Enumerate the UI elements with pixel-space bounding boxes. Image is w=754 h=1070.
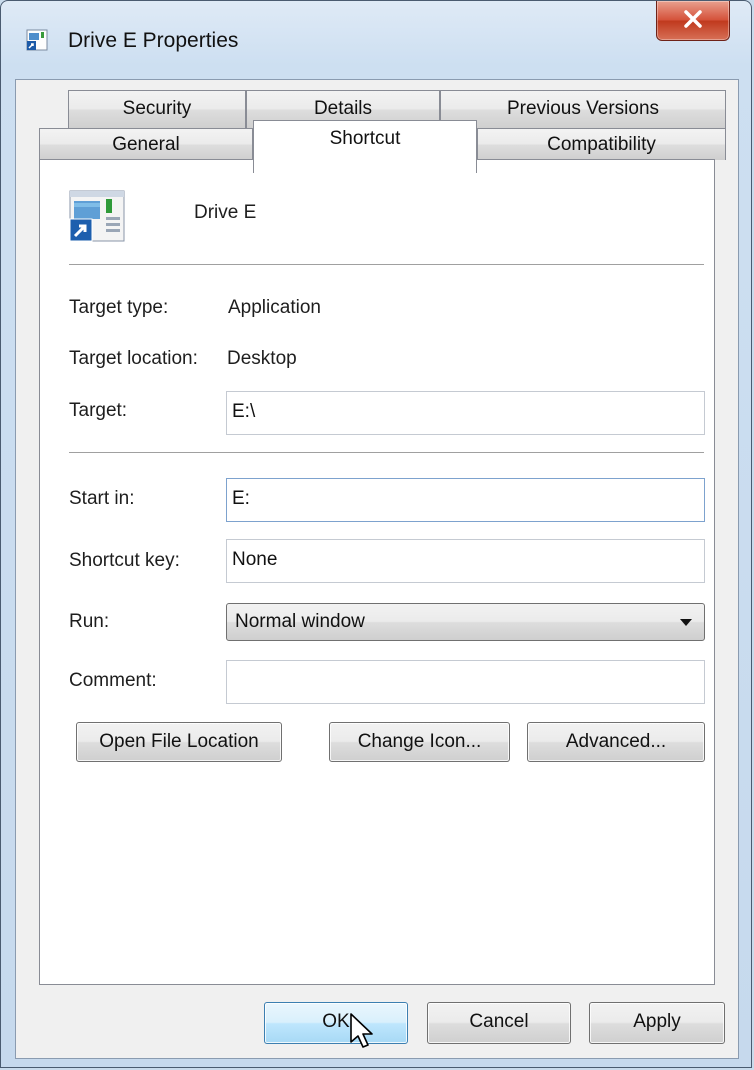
start-in-label: Start in:	[69, 488, 135, 509]
close-button[interactable]	[656, 1, 730, 41]
start-in-value: E:	[232, 488, 250, 509]
dialog-client-area: Security Details Previous Versions Gener…	[15, 79, 739, 1059]
target-location-value: Desktop	[227, 348, 297, 369]
button-label: Cancel	[469, 1011, 529, 1032]
tab-label: Details	[313, 98, 373, 119]
shortcut-key-label: Shortcut key:	[69, 550, 180, 571]
comment-field[interactable]	[226, 660, 705, 704]
tab-label: Previous Versions	[506, 98, 660, 119]
tab-general[interactable]: General	[39, 128, 253, 160]
apply-button[interactable]: Apply	[589, 1002, 725, 1044]
target-value: E:\	[232, 401, 256, 422]
cancel-button[interactable]: Cancel	[427, 1002, 571, 1044]
shortcut-name: Drive E	[194, 202, 257, 223]
comment-label: Comment:	[69, 670, 157, 691]
button-label: Advanced...	[565, 731, 667, 752]
shortcut-key-value: None	[232, 549, 278, 570]
shortcut-app-icon	[68, 189, 128, 249]
tab-label: Security	[122, 98, 192, 119]
start-in-field[interactable]: E:	[226, 478, 705, 522]
run-label: Run:	[69, 611, 110, 632]
open-file-location-button[interactable]: Open File Location	[76, 722, 282, 762]
button-label: Apply	[633, 1011, 681, 1032]
window-title: Drive E Properties	[68, 29, 239, 52]
target-type-value: Application	[228, 297, 321, 318]
separator	[69, 452, 704, 454]
target-field[interactable]: E:\	[226, 391, 705, 435]
advanced-button[interactable]: Advanced...	[527, 722, 705, 762]
tab-previous-versions[interactable]: Previous Versions	[440, 90, 726, 128]
dropdown-arrow-icon	[680, 619, 692, 626]
button-label: OK	[322, 1011, 350, 1032]
tab-compatibility[interactable]: Compatibility	[477, 128, 726, 160]
title-bar[interactable]: Drive E Properties	[1, 1, 751, 79]
target-label: Target:	[69, 400, 128, 421]
run-value: Normal window	[235, 611, 365, 632]
separator	[69, 264, 704, 266]
button-label: Open File Location	[99, 731, 259, 752]
change-icon-button[interactable]: Change Icon...	[329, 722, 510, 762]
tab-security[interactable]: Security	[68, 90, 246, 128]
properties-window: Drive E Properties Security Details Prev…	[0, 0, 752, 1068]
drive-shortcut-icon	[26, 29, 50, 51]
target-type-label: Target type:	[69, 297, 169, 318]
target-location-label: Target location:	[69, 348, 198, 369]
run-select[interactable]: Normal window	[226, 603, 705, 641]
shortcut-key-field[interactable]: None	[226, 539, 705, 583]
ok-button[interactable]: OK	[264, 1002, 408, 1044]
close-icon	[684, 10, 702, 28]
button-label: Change Icon...	[357, 731, 482, 752]
shortcut-tab-page: Drive E Target type: Application Target …	[39, 159, 715, 985]
tab-label: Shortcut	[329, 128, 401, 149]
tab-label: Compatibility	[547, 134, 656, 155]
mouse-pointer-icon	[349, 1012, 375, 1056]
tab-shortcut[interactable]: Shortcut	[253, 120, 477, 173]
tab-label: General	[112, 134, 180, 155]
